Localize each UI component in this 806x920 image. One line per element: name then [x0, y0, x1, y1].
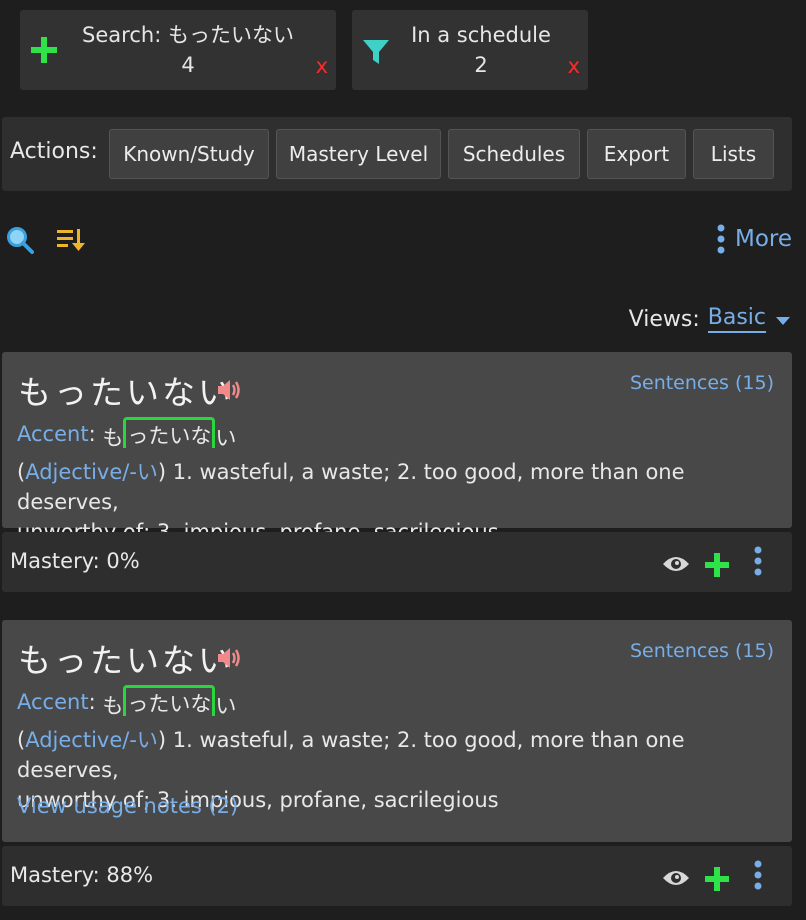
accent-high-segment: ったいな	[123, 685, 216, 716]
speaker-icon[interactable]	[216, 644, 244, 672]
word-card: もったいない Sentences (15) Accent : も ったいな い …	[2, 352, 792, 544]
toolbar: More	[0, 222, 806, 258]
more-label: More	[734, 226, 792, 252]
filter-icon	[363, 40, 389, 64]
export-button[interactable]: Export	[587, 129, 686, 179]
accent-colon: :	[88, 422, 103, 446]
views-dropdown[interactable]: Basic	[707, 305, 766, 333]
vertical-dots-icon[interactable]	[754, 860, 762, 890]
views-selector: Views: Basic	[629, 305, 790, 333]
sentences-link[interactable]: Sentences (15)	[630, 372, 774, 394]
lists-button[interactable]: Lists	[693, 129, 774, 179]
accent-colon: :	[88, 690, 103, 714]
eye-icon[interactable]	[662, 554, 690, 574]
more-button[interactable]: More	[717, 222, 792, 256]
filter-chip-count: 4	[181, 53, 195, 77]
accent-row: Accent : も ったいな い	[17, 417, 237, 452]
filter-chip-label: Search: もったいない	[82, 23, 294, 47]
eye-icon[interactable]	[662, 868, 690, 888]
accent-low-start: も	[102, 694, 124, 718]
mastery-bar: Mastery: 88%	[2, 846, 792, 906]
accent-label[interactable]: Accent	[17, 422, 89, 446]
vertical-dots-icon	[717, 224, 725, 254]
remove-filter-button[interactable]: x	[316, 54, 328, 78]
add-plus-icon[interactable]	[704, 552, 730, 578]
filter-chip-label: In a schedule	[411, 23, 551, 47]
known-study-button[interactable]: Known/Study	[109, 129, 269, 179]
accent-row: Accent : も ったいな い	[17, 685, 237, 720]
part-of-speech-link[interactable]: Adjective/-い	[25, 728, 158, 752]
part-of-speech-link[interactable]: Adjective/-い	[25, 460, 158, 484]
speaker-icon[interactable]	[216, 376, 244, 404]
actions-label: Actions:	[10, 139, 98, 164]
mastery-text: Mastery: 88%	[10, 863, 154, 887]
accent-low-start: も	[102, 426, 124, 450]
chevron-down-icon[interactable]	[776, 317, 790, 325]
magnifier-icon[interactable]	[6, 226, 34, 254]
accent-low-end: い	[215, 426, 237, 450]
word-card: もったいない Sentences (15) Accent : も ったいな い …	[2, 620, 792, 842]
filter-chip-schedule[interactable]: In a schedule 2 x	[352, 10, 588, 90]
mastery-level-button[interactable]: Mastery Level	[276, 129, 441, 179]
accent-high-segment: ったいな	[123, 417, 216, 448]
accent-label[interactable]: Accent	[17, 690, 89, 714]
remove-filter-button[interactable]: x	[568, 54, 580, 78]
sort-icon[interactable]	[56, 227, 86, 253]
filter-chip-search[interactable]: Search: もったいない 4 x	[20, 10, 336, 90]
views-label: Views:	[628, 306, 700, 332]
word-text: もったいない	[18, 373, 234, 412]
vertical-dots-icon[interactable]	[754, 546, 762, 576]
add-plus-icon[interactable]	[704, 866, 730, 892]
filter-chip-count: 2	[474, 53, 488, 77]
actions-bar: Actions: Known/Study Mastery Level Sched…	[2, 117, 792, 191]
schedules-button[interactable]: Schedules	[448, 129, 580, 179]
word-text: もったいない	[18, 641, 234, 680]
mastery-text: Mastery: 0%	[10, 549, 140, 573]
sentences-link[interactable]: Sentences (15)	[630, 640, 774, 662]
accent-low-end: い	[215, 694, 237, 718]
usage-notes-link[interactable]: View usage notes (2)	[17, 794, 238, 818]
mastery-bar: Mastery: 0%	[2, 532, 792, 592]
plus-icon[interactable]	[30, 36, 58, 64]
